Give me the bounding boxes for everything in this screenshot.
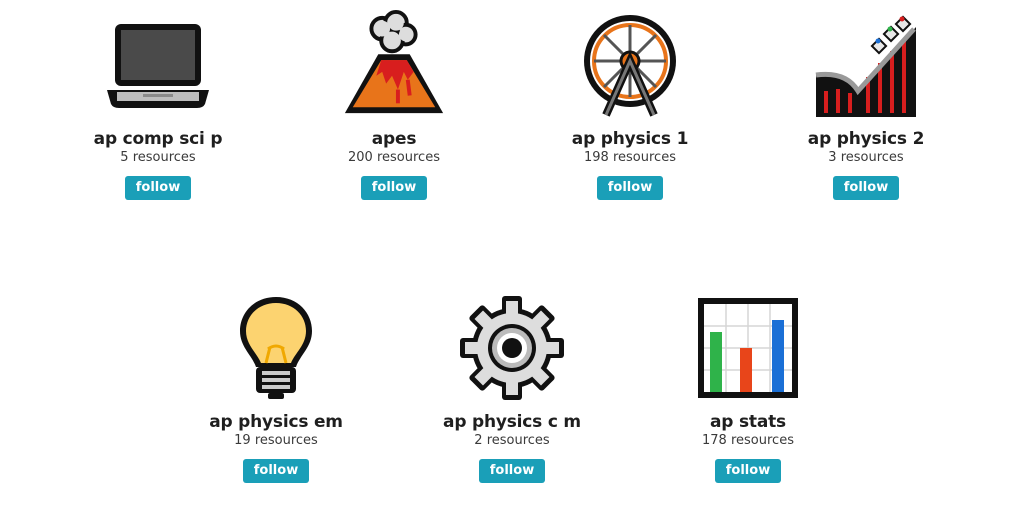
resource-count: 19 resources (234, 433, 318, 448)
resource-count: 3 resources (828, 150, 904, 165)
ferris-wheel-icon[interactable] (575, 10, 685, 120)
resource-count: 178 resources (702, 433, 794, 448)
topic-card: ap physics 1 198 resources follow (520, 10, 740, 200)
topic-title[interactable]: ap physics 1 (520, 128, 740, 150)
topic-title[interactable]: ap physics c m (402, 411, 622, 433)
light-bulb-icon[interactable] (221, 293, 331, 403)
follow-button[interactable]: follow (125, 176, 191, 200)
topic-title[interactable]: ap stats (638, 411, 858, 433)
topic-card: ap physics 2 3 resources follow (756, 10, 976, 200)
resource-count: 2 resources (474, 433, 550, 448)
gear-icon[interactable] (457, 293, 567, 403)
follow-button[interactable]: follow (715, 459, 781, 483)
resource-count: 5 resources (120, 150, 196, 165)
follow-button[interactable]: follow (243, 459, 309, 483)
topic-title[interactable]: ap comp sci p (48, 128, 268, 150)
follow-button[interactable]: follow (361, 176, 427, 200)
follow-button[interactable]: follow (833, 176, 899, 200)
follow-button[interactable]: follow (597, 176, 663, 200)
topic-title[interactable]: apes (284, 128, 504, 150)
follow-button[interactable]: follow (479, 459, 545, 483)
volcano-icon[interactable] (339, 10, 449, 120)
resource-count: 198 resources (584, 150, 676, 165)
topic-card: ap stats 178 resources follow (638, 293, 858, 483)
roller-coaster-icon[interactable] (811, 10, 921, 120)
topic-card: ap comp sci p 5 resources follow (48, 10, 268, 200)
bar-chart-icon[interactable] (693, 293, 803, 403)
resource-count: 200 resources (348, 150, 440, 165)
topic-card: apes 200 resources follow (284, 10, 504, 200)
topic-card: ap physics em 19 resources follow (166, 293, 386, 483)
laptop-icon[interactable] (103, 10, 213, 120)
topic-card: ap physics c m 2 resources follow (402, 293, 622, 483)
topic-title[interactable]: ap physics em (166, 411, 386, 433)
topic-title[interactable]: ap physics 2 (756, 128, 976, 150)
